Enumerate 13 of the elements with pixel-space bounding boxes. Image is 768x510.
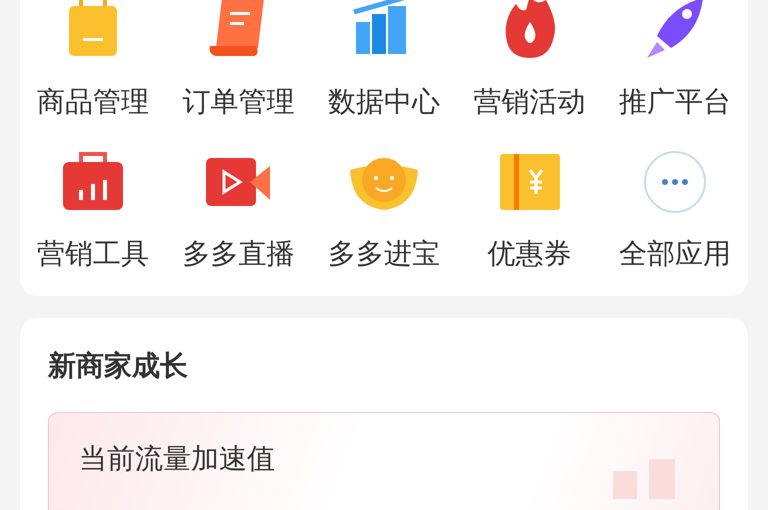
app-shortcut[interactable]: 营销活动 bbox=[456, 0, 602, 122]
app-shortcut[interactable]: 数据中心 bbox=[311, 0, 457, 122]
app-shortcut[interactable]: 多多直播 bbox=[166, 144, 312, 274]
app-shortcut[interactable]: 营销工具 bbox=[20, 144, 166, 274]
app-shortcut[interactable]: 多多进宝 bbox=[311, 144, 457, 274]
traffic-card[interactable]: 当前流量加速值 bbox=[48, 412, 720, 510]
app-shortcut[interactable]: 订单管理 bbox=[166, 0, 312, 122]
section-title: 新商家成长 bbox=[48, 348, 188, 384]
app-shortcut[interactable]: 商品管理 bbox=[20, 0, 166, 122]
traffic-label: 当前流量加速值 bbox=[79, 441, 275, 477]
app-shortcut[interactable]: 全部应用 bbox=[602, 144, 748, 274]
app-shortcut[interactable]: 优惠券 bbox=[456, 144, 602, 274]
app-shortcut[interactable]: 推广平台 bbox=[602, 0, 748, 122]
